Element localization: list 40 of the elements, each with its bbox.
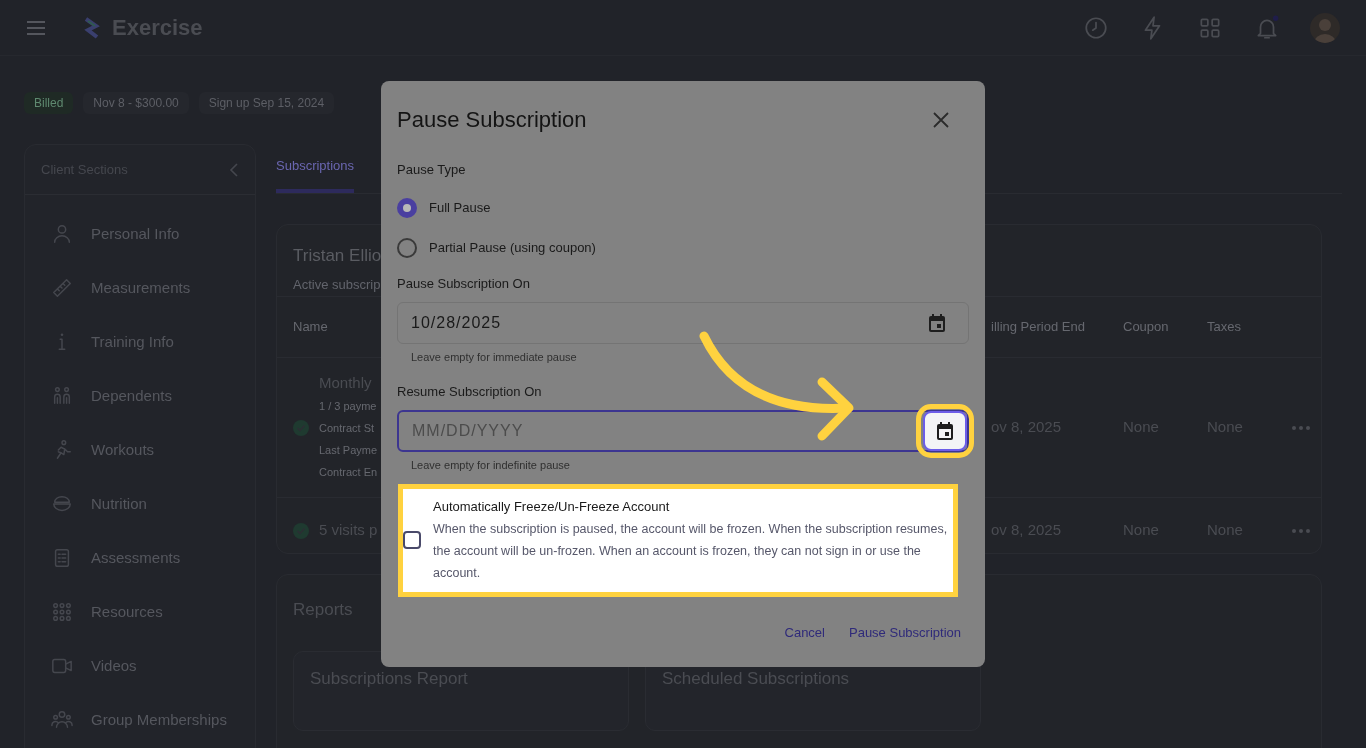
subscription-detail: Contract En	[319, 464, 378, 480]
info-chip: Nov 8 - $300.00	[83, 92, 189, 114]
more-options-icon[interactable]	[1291, 527, 1311, 534]
subscription-detail: 1 / 3 payme	[319, 398, 378, 414]
radio-button[interactable]	[397, 197, 417, 218]
dialog-title: Pause Subscription	[397, 106, 587, 134]
info-chip: Billed	[24, 92, 74, 114]
menu-icon[interactable]	[26, 19, 46, 36]
dialog-button[interactable]: Pause Subscription	[849, 623, 961, 643]
column-header: Taxes	[1207, 318, 1241, 337]
collapse-chevron-icon[interactable]	[229, 162, 239, 177]
radio-label: Full Pause	[429, 198, 491, 217]
checkbox[interactable]	[403, 531, 421, 550]
dot-grid-icon	[51, 600, 73, 624]
ruler-icon	[51, 276, 73, 300]
field-hint: Leave empty for immediate pause	[410, 350, 578, 365]
subscription-detail: Contract St	[319, 420, 376, 436]
column-header: Name	[293, 318, 328, 337]
client-subtitle: Active subscrip	[293, 275, 381, 294]
history-icon[interactable]	[1083, 14, 1109, 41]
date-input[interactable]: 10/28/2025	[397, 302, 969, 344]
avatar[interactable]	[1310, 12, 1340, 43]
close-icon[interactable]	[932, 110, 950, 129]
column-header: Coupon	[1123, 318, 1169, 337]
field-label: Resume Subscription On	[397, 382, 543, 401]
column-header: illing Period End	[991, 318, 1085, 337]
more-options-icon[interactable]	[1291, 424, 1311, 431]
field-label: Pause Type	[397, 161, 467, 179]
tab[interactable]: Subscriptions	[276, 143, 355, 193]
option-description: When the subscription is paused, the account will be frozen. When the subscription resumes, the account will be un-frozen. When an account is frozen, they can not sign in or use the account.	[433, 521, 949, 582]
field-label: Pause Subscription On	[397, 274, 531, 293]
radio-button[interactable]	[397, 237, 417, 258]
option-title: Automatically Freeze/Un-Freeze Account	[433, 497, 671, 516]
radio-label: Partial Pause (using coupon)	[429, 238, 596, 257]
dialog-button[interactable]: Cancel	[784, 623, 825, 643]
subscription-detail: Last Payme	[319, 442, 378, 458]
notification-bell-icon[interactable]	[1254, 14, 1280, 41]
person-icon	[51, 222, 73, 246]
client-name: Tristan Ellio	[293, 245, 382, 267]
field-hint: Leave empty for indefinite pause	[410, 458, 571, 473]
